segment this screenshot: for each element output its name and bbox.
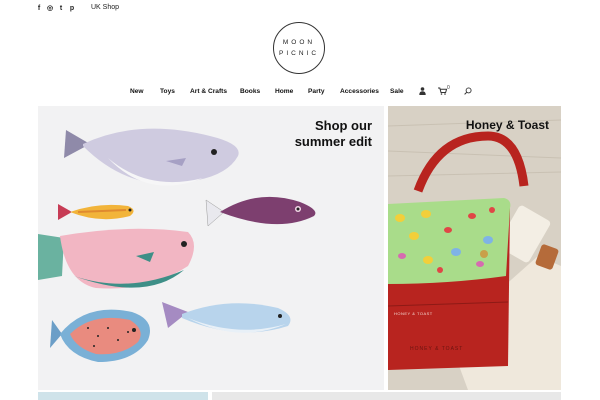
nav-item-art-crafts[interactable]: Art & Crafts xyxy=(190,88,227,95)
fish-pouch-lilac xyxy=(64,128,239,186)
logo-text-top: MOON xyxy=(282,39,316,46)
next-row-tile-left[interactable] xyxy=(38,392,208,400)
fish-pouch-pink xyxy=(38,228,194,289)
facebook-icon[interactable]: f xyxy=(36,5,42,13)
search-icon[interactable] xyxy=(464,87,472,97)
bag-brand-label: HONEY & TOAST xyxy=(394,311,433,316)
account-icon[interactable] xyxy=(419,87,426,97)
cart-icon[interactable] xyxy=(438,87,448,97)
fish-pouch-yellow xyxy=(58,204,134,220)
nav-item-new[interactable]: New xyxy=(130,88,144,95)
bug-print-flap xyxy=(388,198,511,284)
fish-pouch-purple xyxy=(205,196,316,227)
cart-count-badge: 0 xyxy=(447,85,450,91)
top-bar: f ◎ t p UK Shop xyxy=(0,0,600,18)
headline-line-1: Shop our xyxy=(314,118,372,133)
hero-left-headline: Shop our summer edit xyxy=(295,118,372,150)
nav-item-toys[interactable]: Toys xyxy=(160,88,175,95)
tote-brand-label: HONEY & TOAST xyxy=(410,346,464,352)
nav-item-accessories[interactable]: Accessories xyxy=(340,88,379,95)
fish-pouch-blue xyxy=(162,302,291,333)
nav-item-books[interactable]: Books xyxy=(240,88,260,95)
nav-item-sale[interactable]: Sale xyxy=(390,88,404,95)
logo-text-bottom: PICNIC xyxy=(278,50,320,57)
nav-item-home[interactable]: Home xyxy=(275,88,293,95)
hero-right-headline: Honey & Toast xyxy=(465,118,549,132)
main-nav: New Toys Art & Crafts Books Home Party A… xyxy=(0,85,600,100)
hero-honey-toast[interactable]: HONEY & TOAST HONEY & TOAST Honey & Toas… xyxy=(388,106,561,390)
fish-pouch-flounder xyxy=(50,309,150,362)
nav-item-party[interactable]: Party xyxy=(308,88,325,95)
next-row-tile-right[interactable] xyxy=(212,392,561,400)
headline-line-2: summer edit xyxy=(294,134,372,149)
site-logo[interactable]: MOON PICNIC xyxy=(273,22,325,74)
region-selector[interactable]: UK Shop xyxy=(91,4,119,11)
social-links: f ◎ t p xyxy=(36,5,75,13)
hero-summer-edit[interactable]: Shop our summer edit xyxy=(38,106,384,390)
pinterest-icon[interactable]: p xyxy=(69,5,75,13)
instagram-icon[interactable]: ◎ xyxy=(47,5,53,13)
twitter-icon[interactable]: t xyxy=(58,5,64,13)
